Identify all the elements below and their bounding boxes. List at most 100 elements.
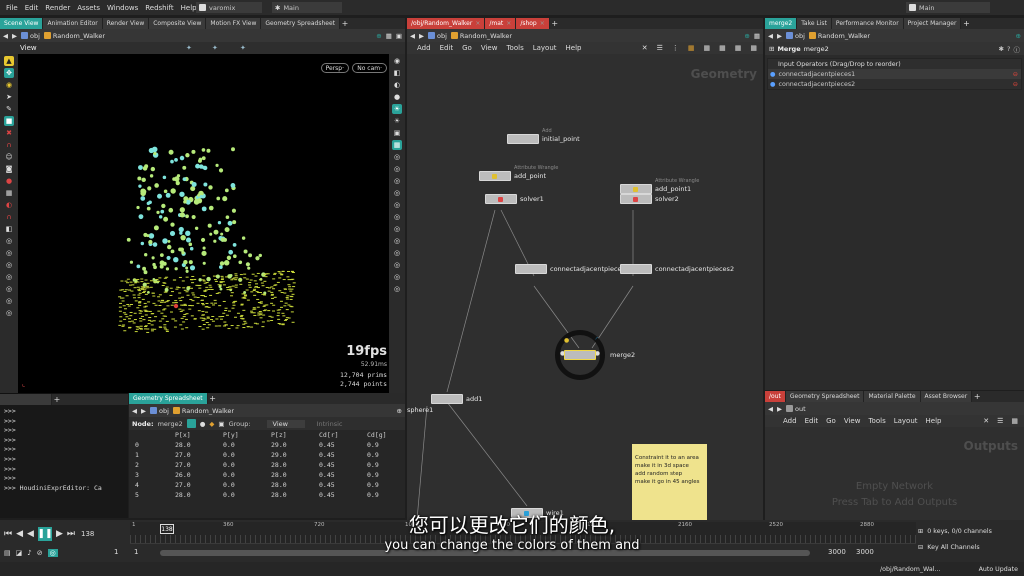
select-tool-icon[interactable]: ▲ — [4, 56, 14, 66]
toggle-icon[interactable]: ◎ — [392, 272, 402, 282]
remove-input-icon[interactable]: ⊖ — [1013, 71, 1018, 78]
pin-icon[interactable]: ⊕ — [744, 32, 749, 40]
add-tab-icon[interactable]: + — [52, 394, 62, 405]
viewport[interactable]: Persp· No cam· 19fps 52.91ms 12,704 prim… — [18, 54, 389, 393]
tab-geometry-spreadsheet[interactable]: Geometry Spreadsheet — [785, 391, 865, 402]
detail-icon[interactable]: ▣ — [218, 420, 224, 428]
pose-icon[interactable]: ☺ — [4, 152, 14, 162]
path-crumb-obj[interactable]: obj — [21, 32, 40, 40]
snap-icon[interactable]: ✖ — [4, 128, 14, 138]
toggle-icon[interactable]: ◎ — [392, 212, 402, 222]
desktop-switch-left[interactable]: ✱ Main — [272, 2, 342, 13]
outputs-canvas[interactable]: Outputs Empty Network Press Tab to Add O… — [765, 427, 1024, 520]
path-crumb-node[interactable]: Random_Walker — [808, 32, 870, 40]
node-icon[interactable]: ▦ — [392, 140, 402, 150]
toggle-icon[interactable]: ◎ — [392, 284, 402, 294]
tab-mat[interactable]: /mat × — [485, 18, 517, 29]
toggle-icon[interactable]: ◎ — [4, 284, 14, 294]
back-arrow-icon[interactable]: ◀ — [768, 32, 773, 40]
wrench-icon[interactable]: ✕ — [983, 417, 989, 425]
input-select-icon[interactable]: ● — [770, 81, 776, 88]
geometry-icon[interactable]: ▣ — [392, 128, 402, 138]
layout-icon[interactable]: ▦ — [754, 32, 760, 40]
grid-view-icon[interactable]: ▦ — [704, 44, 711, 52]
toggle-icon[interactable]: ◎ — [4, 236, 14, 246]
info-icon[interactable]: ⓘ — [1014, 44, 1021, 54]
tab-render-view[interactable]: Render View — [102, 18, 150, 29]
toggle-icon[interactable]: ◎ — [4, 260, 14, 270]
menu-view[interactable]: View — [481, 44, 498, 52]
path-crumb-node[interactable]: Random_Walker — [43, 32, 105, 40]
node-initial-point[interactable]: initial_point Add — [507, 128, 580, 144]
view-tool-icon[interactable]: ✦ — [240, 44, 246, 52]
list-icon[interactable]: ☰ — [657, 44, 663, 52]
node-merge2[interactable]: merge2 — [564, 350, 635, 360]
toggle-icon[interactable]: ◎ — [392, 200, 402, 210]
network-canvas[interactable]: Geometry initial_point Add add_point Att… — [407, 54, 763, 520]
desktop-switch-right[interactable]: Main — [906, 2, 990, 13]
menu-edit[interactable]: Edit — [25, 4, 39, 12]
menu-render[interactable]: Render — [45, 4, 70, 12]
node-solver1[interactable]: solver1 — [485, 194, 544, 204]
node-connectadjacentpieces1[interactable]: connectadjacentpieces1 — [515, 264, 629, 274]
forward-arrow-icon[interactable]: ▶ — [141, 407, 146, 415]
brush-icon[interactable]: ✎ — [4, 104, 14, 114]
light-bulb-icon[interactable]: ☀ — [392, 104, 402, 114]
light-icon[interactable]: ● — [4, 176, 14, 186]
tab-console[interactable] — [0, 394, 52, 405]
path-crumb-node[interactable]: Random_Walker — [172, 407, 234, 415]
input-select-icon[interactable]: ● — [770, 71, 776, 78]
intrinsic-dropdown[interactable]: Intrinsic — [317, 420, 343, 428]
node-value[interactable]: merge2 — [158, 420, 183, 428]
node-add-point1[interactable]: add_point1 Attribute Wrangle — [620, 178, 699, 194]
shading-icon[interactable]: ◐ — [392, 80, 402, 90]
attribute-class-icon[interactable] — [186, 419, 196, 428]
add-tab-icon[interactable]: + — [961, 18, 971, 29]
point-icon[interactable]: ● — [200, 420, 206, 428]
node-sphere1-label[interactable]: sphere1 — [407, 406, 433, 414]
toggle-icon[interactable]: ◎ — [4, 296, 14, 306]
radial-lock-icon[interactable]: ● — [564, 337, 569, 344]
layout-icon[interactable]: ▦ — [386, 32, 392, 40]
toggle-icon[interactable]: ◎ — [4, 248, 14, 258]
tab-obj-random-walker[interactable]: /obj/Random_Walker × — [407, 18, 486, 29]
magnet-icon[interactable]: ∩ — [4, 212, 14, 222]
desktop-selector[interactable]: varomix — [196, 2, 262, 13]
tab-geometry-spreadsheet[interactable]: Geometry Spreadsheet — [261, 18, 340, 29]
menu-view[interactable]: View — [844, 417, 861, 425]
light-bulb-icon[interactable]: ☀ — [392, 116, 402, 126]
menu-edit[interactable]: Edit — [805, 417, 819, 425]
back-arrow-icon[interactable]: ◀ — [768, 405, 773, 413]
back-arrow-icon[interactable]: ◀ — [132, 407, 137, 415]
tab-asset-browser[interactable]: Asset Browser — [920, 391, 973, 402]
rotate-tool-icon[interactable]: ◉ — [4, 80, 14, 90]
input-item[interactable]: ● connectadjacentpieces2 ⊖ — [768, 79, 1021, 89]
menu-layout[interactable]: Layout — [894, 417, 918, 425]
camera-icon[interactable]: ◙ — [4, 164, 14, 174]
input-item[interactable]: ● connectadjacentpieces1 ⊖ — [768, 69, 1021, 79]
menu-redshift[interactable]: Redshift — [145, 4, 173, 12]
grid-view-icon[interactable]: ▦ — [719, 44, 726, 52]
pin-icon[interactable]: ⊕ — [376, 32, 381, 40]
toggle-icon[interactable]: ◎ — [392, 248, 402, 258]
lock-icon[interactable]: ◧ — [392, 68, 402, 78]
tab-scene-view[interactable]: Scene View — [0, 18, 44, 29]
menu-layout[interactable]: Layout — [533, 44, 557, 52]
tab-merge2[interactable]: merge2 — [765, 18, 798, 29]
toggle-icon[interactable]: ◎ — [392, 176, 402, 186]
add-tab-icon[interactable]: + — [550, 18, 560, 29]
auto-update-button[interactable]: Auto Update — [979, 566, 1018, 573]
node-connectadjacentpieces2[interactable]: connectadjacentpieces2 — [620, 264, 734, 274]
menu-go[interactable]: Go — [462, 44, 472, 52]
menu-file[interactable]: File — [6, 4, 18, 12]
grid-view-icon[interactable]: ▦ — [750, 44, 757, 52]
add-tab-icon[interactable]: + — [208, 393, 218, 404]
tab-take-list[interactable]: Take List — [797, 18, 832, 29]
menu-help[interactable]: Help — [181, 4, 197, 12]
move-tool-icon[interactable]: ✥ — [4, 68, 14, 78]
grid-view-icon[interactable]: ▦ — [688, 44, 695, 52]
grid-icon[interactable]: ▦ — [4, 188, 14, 198]
point-icon[interactable]: ● — [392, 92, 402, 102]
path-crumb-obj[interactable]: obj — [150, 407, 169, 415]
gear-icon[interactable]: ✱ — [999, 45, 1004, 53]
